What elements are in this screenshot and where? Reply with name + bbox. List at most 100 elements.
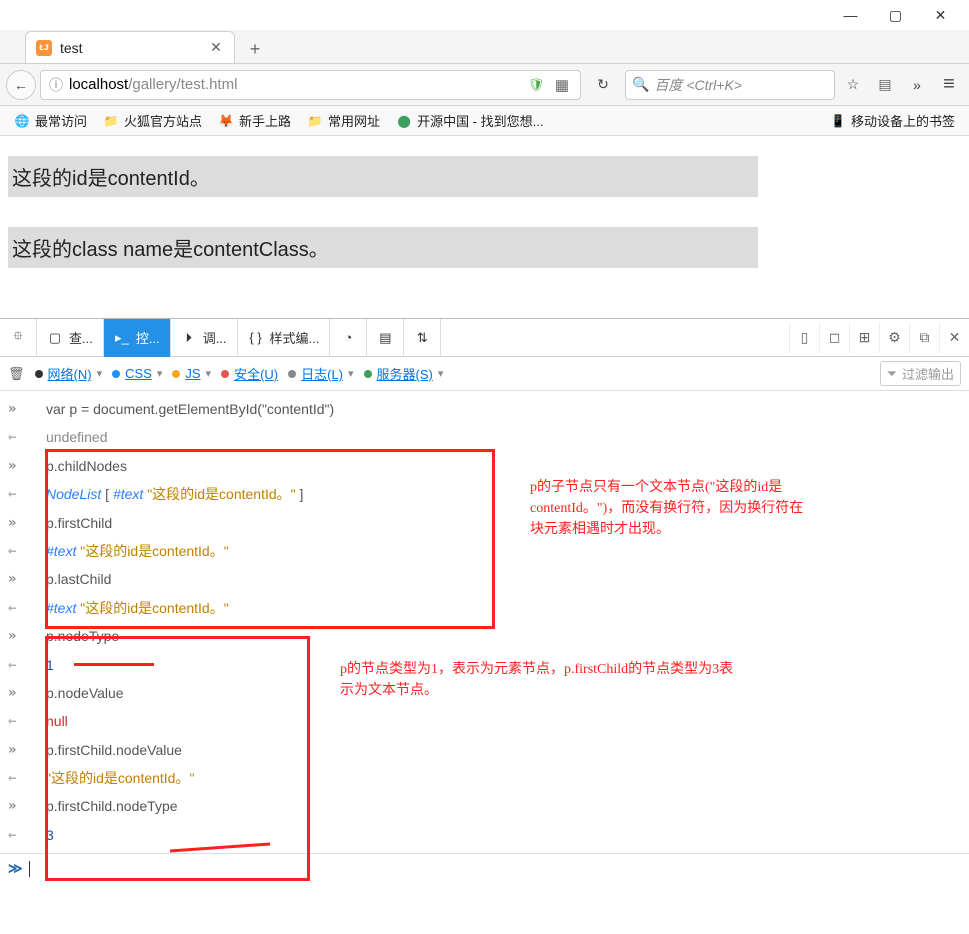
bookmark-oschina[interactable]: ⬤开源中国 - 找到您想... [390,109,549,132]
clock-icon: ◔ [340,330,356,346]
split-layout-icon[interactable]: ▯ [789,323,819,353]
nav-toolbar: ← ⓘ localhost/gallery/test.html 🛡 ▦ ↻ 🔍 … [0,64,969,106]
devtools-right-controls: ▯ ◻ ⊞ ⚙ ⧉ ✕ [789,323,969,353]
output-arrow-icon [2,597,46,619]
element-picker-button[interactable]: ⯐ [0,319,37,357]
chevron-down-icon: ▾ [438,367,444,380]
debugger-icon: ⏵ [181,330,197,346]
overflow-icon[interactable]: » [903,70,931,100]
tab-close-icon[interactable]: ✕ [208,40,224,56]
oschina-icon: ⬤ [396,113,412,129]
maximize-button[interactable]: ▢ [873,0,918,30]
url-text: localhost/gallery/test.html [69,76,520,93]
console-result: undefined [46,426,108,448]
bookmark-firefox-site[interactable]: 📁火狐官方站点 [97,109,208,132]
tab-title: test [60,40,200,56]
filter-css[interactable]: CSS▾ [112,366,162,381]
bookmark-common[interactable]: 📁常用网址 [301,109,386,132]
console-code: p.firstChild.nodeValue [46,739,182,761]
memory-tab[interactable]: ▤ [367,319,404,357]
console-icon: ▸_ [114,330,130,346]
frame-select-icon[interactable]: ◻ [819,323,849,353]
chevron-down-icon: ▾ [206,367,212,380]
content-class-paragraph: 这段的class name是contentClass。 [8,227,758,268]
shield-icon[interactable]: 🛡 [526,77,546,93]
output-arrow-icon [2,426,46,448]
input-arrow-icon [2,568,46,590]
search-placeholder: 百度 <Ctrl+K> [654,75,742,95]
responsive-icon[interactable]: ⊞ [849,323,879,353]
text-cursor [29,861,30,877]
debugger-tab[interactable]: ⏵调... [171,319,238,357]
filter-log[interactable]: 日志(L)▾ [288,364,353,383]
console-code: p.lastChild [46,568,111,590]
bookmark-star-icon[interactable]: ☆ [839,70,867,100]
input-arrow-icon [2,795,46,817]
console-output: var p = document.getElementById("content… [0,391,969,853]
input-arrow-icon [2,739,46,761]
inspector-tab[interactable]: ▢查... [37,319,104,357]
filter-security[interactable]: 安全(U) [221,364,278,383]
library-icon[interactable]: ▤ [871,70,899,100]
filter-js[interactable]: JS▾ [172,366,211,381]
console-result: "这段的id是contentId。" [46,767,194,789]
chevron-down-icon: ▾ [348,367,354,380]
search-bar[interactable]: 🔍 百度 <Ctrl+K> [625,70,835,100]
devtools-panel: ⯐ ▢查... ▸_控... ⏵调... { }样式编... ◔ ▤ ⇅ ▯ ◻… [0,318,969,883]
console-code: p.nodeType [46,625,119,647]
back-button[interactable]: ← [6,70,36,100]
inspector-icon: ▢ [47,330,63,346]
phone-icon: 📱 [830,113,846,129]
devtools-toolbar: ⯐ ▢查... ▸_控... ⏵调... { }样式编... ◔ ▤ ⇅ ▯ ◻… [0,319,969,357]
console-code: p.childNodes [46,455,127,477]
firefox-icon: 🦊 [218,113,234,129]
funnel-icon: ⏷ [887,366,897,382]
style-icon: { } [248,330,264,346]
site-info-icon[interactable]: ⓘ [49,75,63,95]
bookmark-mobile[interactable]: 📱移动设备上的书签 [824,109,961,132]
input-arrow-icon [2,625,46,647]
console-result: null [46,710,68,732]
picker-icon: ⯐ [10,330,26,346]
browser-tab[interactable]: ᴌᴊ test ✕ [25,31,235,63]
settings-icon[interactable]: ⚙ [879,323,909,353]
output-arrow-icon [2,767,46,789]
search-icon: 🔍 [632,76,649,93]
performance-tab[interactable]: ◔ [330,319,367,357]
tab-bar: ᴌᴊ test ✕ + [0,30,969,64]
clear-console-icon[interactable]: 🗑 [8,366,25,382]
console-input-line[interactable]: ≫ [0,853,969,883]
bookmark-most-visited[interactable]: 🌐最常访问 [8,109,93,132]
close-button[interactable]: ✕ [918,0,963,30]
style-tab[interactable]: { }样式编... [238,319,331,357]
input-arrow-icon [2,398,46,420]
input-arrow-icon [2,455,46,477]
xampp-icon: ᴌᴊ [36,40,52,56]
input-arrow-icon [2,512,46,534]
url-bar[interactable]: ⓘ localhost/gallery/test.html 🛡 ▦ [40,70,581,100]
folder-icon: 📁 [307,113,323,129]
console-tab[interactable]: ▸_控... [104,319,171,357]
qr-icon[interactable]: ▦ [552,76,572,94]
content-id-paragraph: 这段的id是contentId。 [8,156,758,197]
page-body: 这段的id是contentId。 这段的class name是contentCl… [0,136,969,318]
menu-button[interactable]: ≡ [935,70,963,100]
console-result: #text "这段的id是contentId。" [46,540,229,562]
dock-icon[interactable]: ⧉ [909,323,939,353]
console-code: var p = document.getElementById("content… [46,398,334,420]
memory-icon: ▤ [377,330,393,346]
output-arrow-icon [2,710,46,732]
filter-input[interactable]: ⏷过滤输出 [880,361,961,386]
console-code: p.firstChild.nodeType [46,795,178,817]
reload-button[interactable]: ↻ [585,70,621,100]
devtools-close-icon[interactable]: ✕ [939,323,969,353]
new-tab-button[interactable]: + [241,35,269,63]
output-arrow-icon [2,483,46,505]
minimize-button[interactable]: — [828,0,873,30]
input-prompt-icon: ≫ [8,860,23,877]
bookmark-newbie[interactable]: 🦊新手上路 [212,109,297,132]
filter-network[interactable]: 网络(N)▾ [35,364,103,383]
filter-server[interactable]: 服务器(S)▾ [364,364,444,383]
network-tab[interactable]: ⇅ [404,319,441,357]
folder-icon: 📁 [103,113,119,129]
